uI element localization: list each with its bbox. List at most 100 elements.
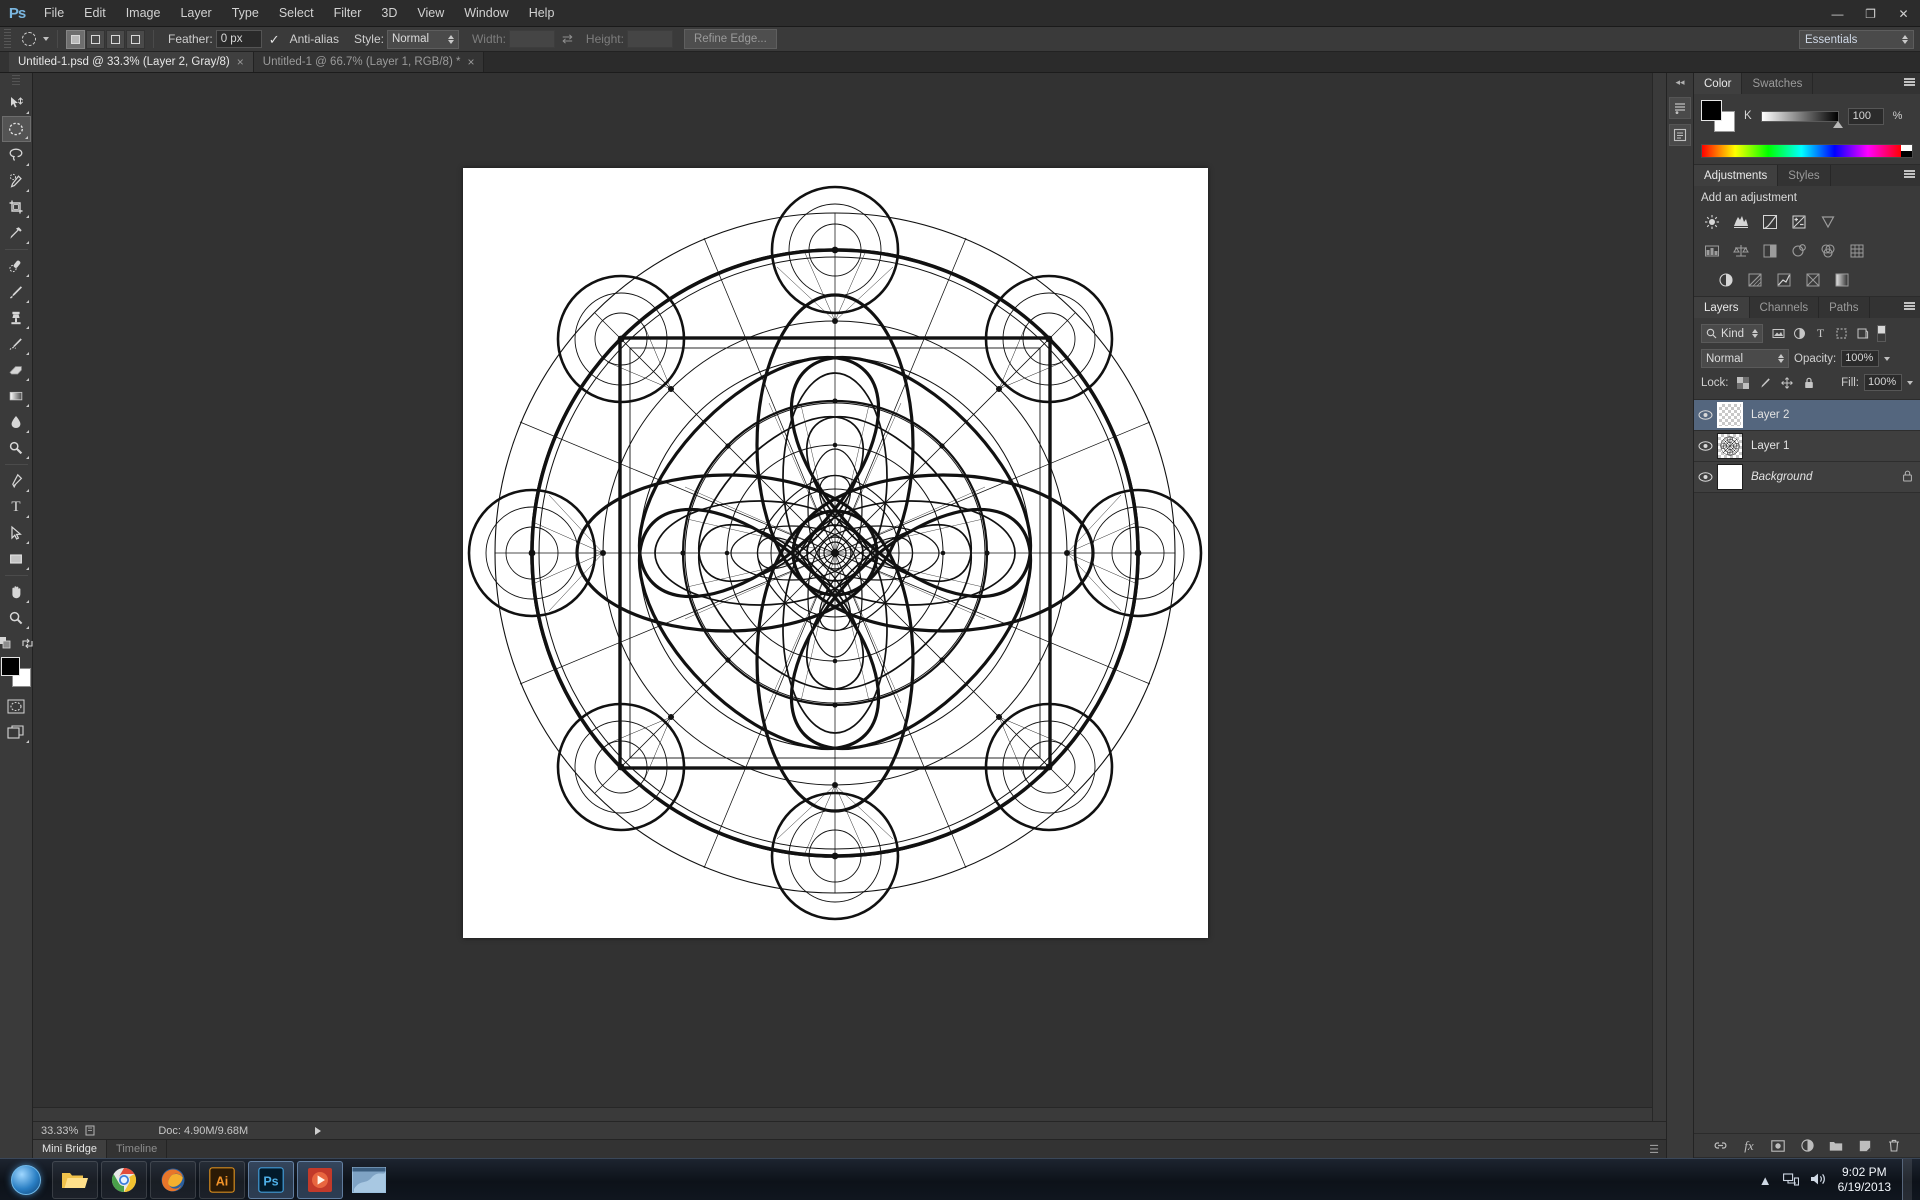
- width-input[interactable]: [509, 30, 555, 48]
- canvas-vertical-scrollbar[interactable]: [1652, 73, 1666, 1121]
- pixel-filter-icon[interactable]: [1770, 325, 1787, 342]
- k-channel-slider[interactable]: [1760, 110, 1843, 128]
- spot-healing-brush-tool[interactable]: [2, 253, 31, 279]
- refine-edge-button[interactable]: Refine Edge...: [683, 29, 777, 49]
- menu-type[interactable]: Type: [222, 1, 269, 25]
- zoom-level[interactable]: 33.33%: [41, 1125, 78, 1137]
- exposure-icon[interactable]: [1788, 212, 1809, 232]
- start-button[interactable]: [0, 1160, 52, 1200]
- menu-filter[interactable]: Filter: [324, 1, 372, 25]
- subtract-from-selection-button[interactable]: [106, 29, 125, 49]
- elliptical-marquee-icon[interactable]: [18, 29, 40, 49]
- channel-mixer-icon[interactable]: [1817, 241, 1838, 261]
- horizontal-type-tool[interactable]: T: [2, 494, 31, 520]
- layer-thumbnail[interactable]: [1717, 433, 1743, 459]
- color-panel-menu-icon[interactable]: [1904, 78, 1915, 86]
- layer-row-layer-2[interactable]: Layer 2: [1694, 400, 1920, 431]
- photo-filter-icon[interactable]: [1788, 241, 1809, 261]
- canvas-workspace[interactable]: [33, 73, 1666, 1121]
- intersect-with-selection-button[interactable]: [126, 29, 145, 49]
- invert-icon[interactable]: [1715, 270, 1736, 290]
- brightness-contrast-icon[interactable]: [1701, 212, 1722, 232]
- gradient-map-icon[interactable]: [1831, 270, 1852, 290]
- color-lookup-icon[interactable]: [1846, 241, 1867, 261]
- menu-3d[interactable]: 3D: [371, 1, 407, 25]
- tab-timeline[interactable]: Timeline: [107, 1140, 168, 1158]
- blend-mode-select[interactable]: Normal: [1701, 349, 1789, 368]
- foreground-color-swatch[interactable]: [1, 657, 20, 676]
- dodge-tool[interactable]: [2, 435, 31, 461]
- menu-layer[interactable]: Layer: [170, 1, 221, 25]
- selective-color-icon[interactable]: [1802, 270, 1823, 290]
- new-group-icon[interactable]: [1828, 1138, 1844, 1154]
- taskbar-media-player[interactable]: [297, 1160, 343, 1199]
- swap-dimensions-icon[interactable]: ⇄: [562, 31, 573, 47]
- layer-name[interactable]: Layer 2: [1751, 409, 1913, 421]
- foreground-color-chip[interactable]: [1701, 100, 1722, 121]
- height-input[interactable]: [626, 30, 673, 48]
- shape-filter-icon[interactable]: [1833, 325, 1850, 342]
- curves-icon[interactable]: [1759, 212, 1780, 232]
- collapse-panels-icon[interactable]: ◂◂: [1675, 77, 1684, 88]
- path-selection-tool[interactable]: [2, 520, 31, 546]
- feather-input[interactable]: 0 px: [215, 30, 262, 48]
- taskbar-windows-explorer[interactable]: [52, 1160, 98, 1199]
- document-tab-2[interactable]: Untitled-1 @ 66.7% (Layer 1, RGB/8) * ×: [253, 52, 485, 72]
- menu-view[interactable]: View: [407, 1, 454, 25]
- color-spectrum-ramp[interactable]: [1701, 144, 1913, 158]
- delete-layer-icon[interactable]: [1886, 1138, 1902, 1154]
- menu-window[interactable]: Window: [454, 1, 518, 25]
- menu-image[interactable]: Image: [116, 1, 171, 25]
- layer-row-layer-1[interactable]: Layer 1: [1694, 431, 1920, 462]
- taskbar-adobe-illustrator[interactable]: Ai: [199, 1160, 245, 1199]
- tab-color[interactable]: Color: [1694, 73, 1743, 94]
- k-slider-thumb[interactable]: [1832, 120, 1843, 128]
- volume-icon[interactable]: [1810, 1172, 1827, 1189]
- k-value-input[interactable]: 100: [1847, 107, 1884, 125]
- show-hidden-icons-icon[interactable]: ▲: [1759, 1173, 1772, 1188]
- layer-thumbnail[interactable]: [1717, 464, 1743, 490]
- layer-visibility-toggle[interactable]: [1694, 440, 1717, 452]
- gradient-tool[interactable]: [2, 383, 31, 409]
- pen-tool[interactable]: [2, 468, 31, 494]
- levels-icon[interactable]: [1730, 212, 1751, 232]
- lock-position-icon[interactable]: [1780, 375, 1795, 390]
- taskbar-clock[interactable]: 9:02 PM 6/19/2013: [1838, 1165, 1891, 1195]
- blur-tool[interactable]: [2, 409, 31, 435]
- layers-panel-menu-icon[interactable]: [1904, 302, 1915, 310]
- tab-adjustments[interactable]: Adjustments: [1694, 165, 1779, 186]
- properties-panel-icon[interactable]: [1669, 124, 1691, 146]
- taskbar-google-chrome[interactable]: [101, 1160, 147, 1199]
- close-icon[interactable]: ×: [237, 55, 244, 69]
- taskbar-mozilla-firefox[interactable]: [150, 1160, 196, 1199]
- black-white-icon[interactable]: [1759, 241, 1780, 261]
- eraser-tool[interactable]: [2, 357, 31, 383]
- layer-thumbnail[interactable]: [1717, 402, 1743, 428]
- adjustment-filter-icon[interactable]: [1791, 325, 1808, 342]
- layer-name[interactable]: Layer 1: [1751, 440, 1913, 452]
- rectangle-tool[interactable]: [2, 546, 31, 572]
- tab-styles[interactable]: Styles: [1778, 165, 1831, 186]
- move-tool[interactable]: [2, 90, 31, 116]
- minimize-button[interactable]: —: [1821, 0, 1854, 27]
- hue-saturation-icon[interactable]: [1701, 241, 1722, 261]
- layer-name[interactable]: Background: [1751, 471, 1902, 483]
- menu-edit[interactable]: Edit: [74, 1, 116, 25]
- threshold-icon[interactable]: [1773, 270, 1794, 290]
- history-brush-tool[interactable]: [2, 331, 31, 357]
- taskbar-window-thumbnail[interactable]: [346, 1161, 392, 1199]
- document-canvas[interactable]: [463, 168, 1208, 938]
- clone-stamp-tool[interactable]: [2, 305, 31, 331]
- brush-tool[interactable]: [2, 279, 31, 305]
- layer-style-icon[interactable]: fx: [1741, 1138, 1757, 1154]
- color-balance-icon[interactable]: [1730, 241, 1751, 261]
- taskbar-adobe-photoshop[interactable]: Ps: [248, 1160, 294, 1199]
- lock-image-pixels-icon[interactable]: [1758, 375, 1773, 390]
- vibrance-icon[interactable]: [1817, 212, 1838, 232]
- fill-chevron-down-icon[interactable]: [1907, 380, 1913, 385]
- tab-swatches[interactable]: Swatches: [1742, 73, 1814, 94]
- layer-visibility-toggle[interactable]: [1694, 471, 1717, 483]
- close-button[interactable]: ✕: [1887, 0, 1920, 27]
- new-adjustment-layer-icon[interactable]: [1799, 1138, 1815, 1154]
- menu-file[interactable]: File: [34, 1, 74, 25]
